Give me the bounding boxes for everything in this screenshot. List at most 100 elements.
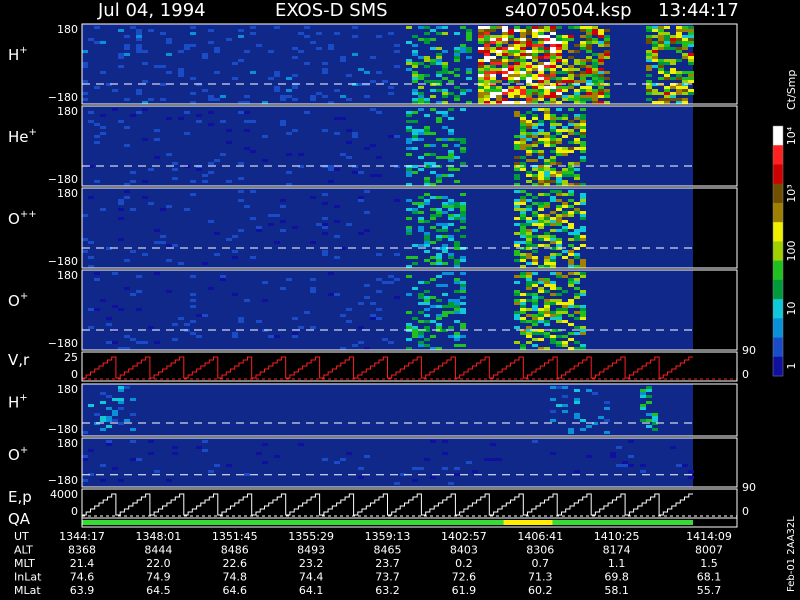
heat-cell xyxy=(436,56,442,59)
heat-cell xyxy=(358,232,364,235)
heat-cell xyxy=(556,238,562,241)
heat-cell xyxy=(298,153,304,156)
heat-cell xyxy=(442,467,448,470)
heat-cell xyxy=(460,214,466,217)
heat-cell xyxy=(514,74,520,77)
heat-cell xyxy=(592,98,598,101)
heat-cell xyxy=(136,341,142,344)
heat-cell xyxy=(202,56,208,59)
heat-cell xyxy=(520,156,526,159)
heat-cell xyxy=(658,98,664,101)
heat-cell xyxy=(544,141,550,144)
heat-cell xyxy=(580,193,586,196)
heat-cell xyxy=(154,229,160,232)
heat-cell xyxy=(496,50,502,53)
heat-cell xyxy=(424,56,430,59)
heat-cell xyxy=(202,180,208,183)
heat-cell xyxy=(454,180,460,183)
heat-cell xyxy=(526,314,532,317)
heat-cell xyxy=(556,275,562,278)
heat-cell xyxy=(394,278,400,281)
heat-cell xyxy=(436,208,442,211)
heat-cell xyxy=(676,26,682,29)
panel-he-plus: He+180−180 xyxy=(8,105,738,187)
heat-cell xyxy=(352,132,358,135)
heat-cell xyxy=(568,305,574,308)
colorbar-segment xyxy=(773,299,783,319)
heat-cell xyxy=(514,141,520,144)
heat-cell xyxy=(430,241,436,244)
heat-cell xyxy=(130,171,136,174)
heat-cell xyxy=(646,80,652,83)
heat-cell xyxy=(532,92,538,95)
heat-cell xyxy=(280,95,286,98)
heat-cell xyxy=(556,344,562,347)
heat-cell xyxy=(388,92,394,95)
panel-label: QA xyxy=(8,510,31,528)
heat-cell xyxy=(490,59,496,62)
heat-cell xyxy=(484,71,490,74)
heat-cell xyxy=(424,320,430,323)
heat-cell xyxy=(238,59,244,62)
heat-cell xyxy=(94,308,100,311)
heat-cell xyxy=(208,29,214,32)
heat-cell xyxy=(538,89,544,92)
heat-cell xyxy=(514,202,520,205)
heat-cell xyxy=(580,275,586,278)
heat-cell xyxy=(106,425,112,428)
heat-cell xyxy=(532,229,538,232)
heat-cell xyxy=(454,138,460,141)
heat-cell xyxy=(154,272,160,275)
heat-cell xyxy=(430,196,436,199)
colorbar-segment xyxy=(773,356,783,377)
heat-cell xyxy=(484,32,490,35)
heat-cell xyxy=(190,44,196,47)
heat-cell xyxy=(586,38,592,41)
heat-cell xyxy=(550,180,556,183)
colorbar: 11010010³10⁴Ct/Smp xyxy=(772,70,798,377)
heat-cell xyxy=(532,177,538,180)
heat-cell xyxy=(526,159,532,162)
heat-cell xyxy=(490,38,496,41)
heat-cell xyxy=(502,71,508,74)
heat-cell xyxy=(274,241,280,244)
heat-cell xyxy=(442,126,448,129)
heat-cell xyxy=(460,302,466,305)
heat-cell xyxy=(676,47,682,50)
heat-cell xyxy=(580,314,586,317)
heat-cell xyxy=(82,80,88,83)
table-cell: 69.8 xyxy=(604,571,629,584)
heat-cell xyxy=(478,50,484,53)
heat-cell xyxy=(544,278,550,281)
heat-cell xyxy=(424,238,430,241)
heat-cell xyxy=(424,129,430,132)
heat-cell xyxy=(406,114,412,117)
y-tick-right: 90 xyxy=(742,481,756,494)
heat-cell xyxy=(124,190,130,193)
heat-cell xyxy=(538,214,544,217)
heat-cell xyxy=(244,299,250,302)
heat-cell xyxy=(520,117,526,120)
heat-cell xyxy=(82,92,88,95)
heat-cell xyxy=(640,407,646,410)
heat-cell xyxy=(598,59,604,62)
heat-cell xyxy=(652,44,658,47)
heat-cell xyxy=(328,47,334,50)
heat-cell xyxy=(544,117,550,120)
heat-cell xyxy=(646,38,652,41)
heat-cell xyxy=(412,256,418,259)
heat-cell xyxy=(682,92,688,95)
heat-cell xyxy=(556,174,562,177)
heat-cell xyxy=(520,241,526,244)
heat-cell xyxy=(82,458,88,461)
heat-cell xyxy=(682,35,688,38)
heat-cell xyxy=(520,259,526,262)
heat-cell xyxy=(280,123,286,126)
heat-cell xyxy=(532,323,538,326)
heat-cell xyxy=(364,455,370,458)
heat-cell xyxy=(670,77,676,80)
heat-cell xyxy=(580,135,586,138)
heat-cell xyxy=(562,135,568,138)
heat-cell xyxy=(448,117,454,120)
heat-cell xyxy=(250,32,256,35)
